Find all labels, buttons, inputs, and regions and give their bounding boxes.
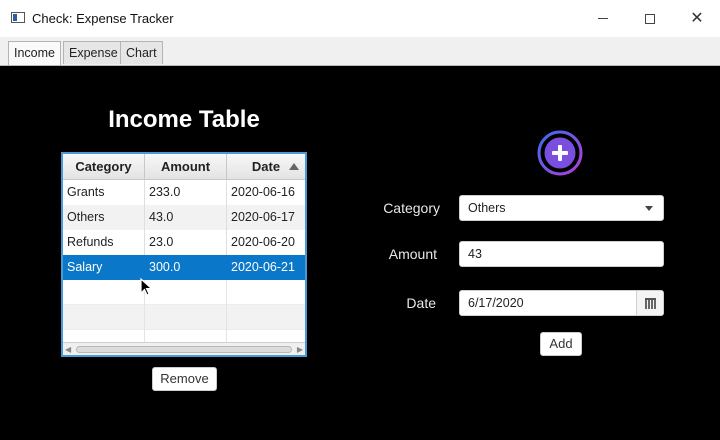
tab-chart[interactable]: Chart: [120, 41, 163, 64]
add-button[interactable]: Add: [540, 332, 582, 356]
empty-table-row: [63, 305, 305, 330]
cell-amount: 23.0: [145, 230, 227, 255]
minimize-button[interactable]: [580, 0, 626, 37]
table-row[interactable]: Grants 233.0 2020-06-16: [63, 180, 305, 205]
app-icon: [11, 12, 25, 23]
category-label: Category: [383, 200, 440, 216]
window-title-bar: Check: Expense Tracker ✕: [0, 0, 720, 38]
empty-table-row: [63, 280, 305, 305]
cell-category: Others: [63, 205, 145, 230]
income-table[interactable]: Category Amount Date Grants 233.0 2020-0…: [61, 152, 307, 357]
cell-category: Refunds: [63, 230, 145, 255]
mouse-cursor-icon: [140, 278, 154, 296]
date-picker-value: 6/17/2020: [468, 296, 524, 310]
amount-label: Amount: [388, 246, 437, 262]
category-select[interactable]: Others: [459, 195, 664, 221]
dropdown-arrow-icon: [645, 206, 653, 211]
calendar-button[interactable]: [636, 291, 663, 315]
cell-category: Grants: [63, 180, 145, 205]
add-circle-icon[interactable]: [536, 129, 584, 177]
cell-amount: 43.0: [145, 205, 227, 230]
column-header-date-label: Date: [251, 159, 281, 174]
amount-input[interactable]: 43: [459, 241, 664, 267]
cell-amount: 300.0: [145, 255, 227, 280]
cell-amount: 233.0: [145, 180, 227, 205]
close-icon: ✕: [690, 9, 704, 27]
table-row[interactable]: Refunds 23.0 2020-06-20: [63, 230, 305, 255]
date-picker[interactable]: 6/17/2020: [459, 290, 664, 316]
sort-ascending-icon: [289, 163, 299, 170]
cell-category: Salary: [63, 255, 145, 280]
cell-date: 2020-06-16: [231, 185, 295, 199]
column-header-date[interactable]: Date: [227, 154, 305, 179]
remove-button[interactable]: Remove: [152, 367, 217, 391]
close-button[interactable]: ✕: [674, 0, 720, 37]
maximize-button[interactable]: [627, 0, 673, 37]
category-select-value: Others: [468, 201, 506, 215]
horizontal-scrollbar[interactable]: ◀ ▶: [63, 342, 305, 355]
minimize-icon: [598, 18, 608, 19]
scroll-right-icon[interactable]: ▶: [297, 345, 303, 354]
cell-date: 2020-06-21: [231, 260, 295, 274]
calendar-icon: [644, 297, 656, 309]
income-table-title: Income Table: [108, 106, 260, 133]
table-row[interactable]: Others 43.0 2020-06-17: [63, 205, 305, 230]
table-header: Category Amount Date: [63, 154, 305, 180]
tab-income[interactable]: Income: [8, 41, 61, 65]
tab-strip: Income Expense Chart: [0, 37, 720, 66]
cell-date: 2020-06-17: [231, 210, 295, 224]
column-header-amount[interactable]: Amount: [145, 154, 227, 179]
scrollbar-thumb[interactable]: [76, 346, 292, 353]
window-title: Check: Expense Tracker: [32, 11, 174, 26]
cell-date: 2020-06-20: [231, 235, 295, 249]
column-header-category[interactable]: Category: [63, 154, 145, 179]
table-row-selected[interactable]: Salary 300.0 2020-06-21: [63, 255, 305, 280]
tab-expense[interactable]: Expense: [63, 41, 124, 64]
scroll-left-icon[interactable]: ◀: [65, 345, 71, 354]
maximize-icon: [645, 13, 655, 24]
date-label: Date: [406, 295, 436, 311]
